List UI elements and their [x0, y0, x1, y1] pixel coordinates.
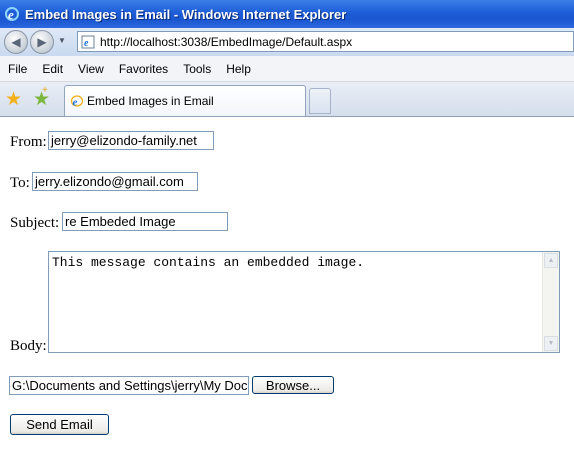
back-button[interactable]: ◀: [4, 30, 28, 54]
menu-bar: File Edit View Favorites Tools Help: [0, 56, 574, 82]
body-text: This message contains an embedded image.: [52, 255, 365, 270]
menu-file[interactable]: File: [0, 62, 34, 76]
svg-text:e: e: [8, 7, 14, 22]
tab-embed-images[interactable]: e Embed Images in Email: [64, 85, 306, 116]
forward-arrow-icon: ▶: [37, 35, 47, 49]
favorites-star-icon[interactable]: ★: [5, 88, 22, 111]
back-arrow-icon: ◀: [11, 35, 21, 49]
body-label: Body:: [10, 338, 47, 354]
add-favorites-icon[interactable]: ★ +: [33, 85, 50, 111]
menu-view[interactable]: View: [70, 62, 111, 76]
new-tab-button[interactable]: [309, 88, 331, 114]
menu-tools[interactable]: Tools: [175, 62, 218, 76]
scroll-up-icon[interactable]: ▲: [544, 253, 558, 268]
window-title: Embed Images in Email - Windows Internet…: [25, 6, 347, 22]
tab-label: Embed Images in Email: [87, 94, 214, 108]
file-path-field[interactable]: G:\Documents and Settings\jerry\My Doc: [9, 376, 249, 395]
address-bar[interactable]: e http://localhost:3038/EmbedImage/Defau…: [77, 31, 574, 52]
send-email-button[interactable]: Send Email: [10, 414, 109, 435]
from-field[interactable]: jerry@elizondo-family.net: [48, 131, 214, 150]
ie-page-icon: e: [80, 35, 96, 49]
tab-bar: ★ ★ + e Embed Images in Email: [0, 82, 574, 117]
from-label: From:: [10, 134, 47, 150]
address-url[interactable]: http://localhost:3038/EmbedImage/Default…: [100, 35, 352, 49]
body-scrollbar[interactable]: ▲ ▼: [542, 252, 559, 352]
recent-pages-dropdown-icon[interactable]: ▼: [58, 36, 66, 45]
to-label: To:: [10, 175, 30, 191]
page-content: From: jerry@elizondo-family.net To: jerr…: [0, 117, 574, 454]
menu-help[interactable]: Help: [218, 62, 258, 76]
svg-text:e: e: [84, 38, 89, 49]
ie-logo-icon: e: [3, 5, 21, 23]
forward-button[interactable]: ▶: [30, 30, 54, 54]
menu-favorites[interactable]: Favorites: [111, 62, 175, 76]
ie-page-icon: e: [70, 94, 84, 108]
browse-button[interactable]: Browse...: [252, 376, 334, 394]
svg-text:e: e: [73, 97, 78, 109]
body-textarea[interactable]: This message contains an embedded image.…: [48, 251, 560, 353]
menu-edit[interactable]: Edit: [34, 62, 70, 76]
to-field[interactable]: jerry.elizondo@gmail.com: [32, 172, 198, 191]
subject-field[interactable]: re Embeded Image: [62, 212, 228, 231]
scroll-down-icon[interactable]: ▼: [544, 336, 558, 351]
subject-label: Subject:: [10, 215, 60, 231]
address-toolbar: ◀ ▶ ▼ e http://localhost:3038/EmbedImage…: [0, 28, 574, 56]
title-bar: e Embed Images in Email - Windows Intern…: [0, 0, 574, 28]
